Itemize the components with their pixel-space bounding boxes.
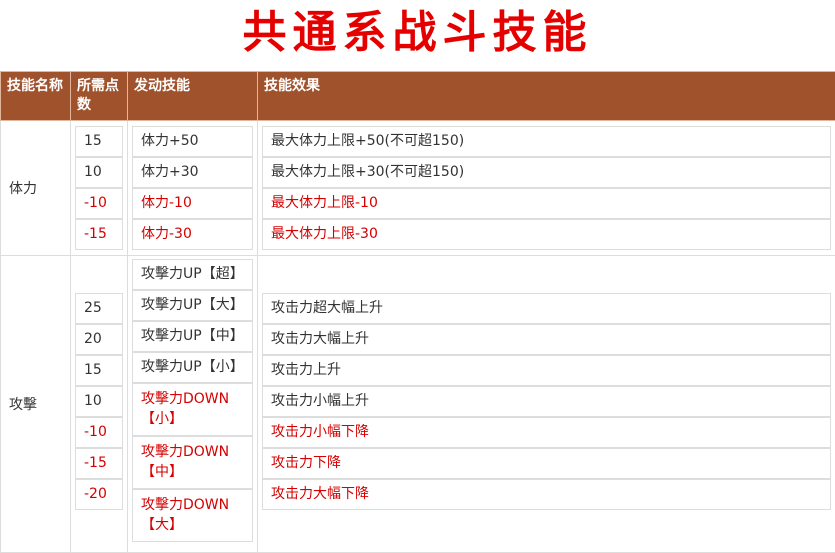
- list-item: 25: [75, 292, 123, 324]
- skills-list: 攻擊力UP【超】 攻擊力UP【大】 攻擊力UP【中】 攻擊力UP【小】 攻擊力D…: [132, 258, 253, 542]
- list-item: 15: [75, 125, 123, 157]
- skill-group-name: 体力: [0, 120, 71, 256]
- list-item: 攻擊力UP【小】: [132, 351, 253, 383]
- list-item: 体力+30: [132, 156, 253, 188]
- points-list: 25 20 15 10 -10 -15 -20: [75, 292, 123, 510]
- list-item: 攻击力小幅上升: [262, 385, 831, 417]
- points-cell: 25 20 15 10 -10 -15 -20: [70, 254, 128, 553]
- list-item: 10: [75, 156, 123, 188]
- list-item: 攻擊力DOWN【中】: [132, 435, 253, 489]
- list-item: 攻击力超大幅上升: [262, 292, 831, 324]
- effects-cell: 最大体力上限+50(不可超150) 最大体力上限+30(不可超150) 最大体力…: [257, 120, 835, 256]
- list-item: 10: [75, 385, 123, 417]
- effects-list: 攻击力超大幅上升 攻击力大幅上升 攻击力上升 攻击力小幅上升 攻击力小幅下降 攻…: [262, 292, 831, 510]
- list-item: -10: [75, 416, 123, 448]
- list-item: 攻击力大幅上升: [262, 323, 831, 355]
- page-title: 共通系战斗技能: [242, 7, 593, 58]
- list-item: 攻擊力UP【中】: [132, 320, 253, 352]
- list-item: -20: [75, 478, 123, 510]
- list-item: 攻擊力DOWN【小】: [132, 382, 253, 436]
- list-item: 20: [75, 323, 123, 355]
- table-row: 体力 15 10 -10 -15 体力+50 体力+30 体力-10 体力-30: [0, 120, 835, 256]
- list-item: 攻击力小幅下降: [262, 416, 831, 448]
- skills-table: 技能名称 所需点数 发动技能 技能效果 体力 15 10 -10 -15 体力+…: [0, 71, 835, 553]
- list-item: 攻擊力UP【超】: [132, 258, 253, 290]
- skills-cell: 攻擊力UP【超】 攻擊力UP【大】 攻擊力UP【中】 攻擊力UP【小】 攻擊力D…: [127, 254, 258, 553]
- list-item: 最大体力上限+50(不可超150): [262, 125, 831, 157]
- list-item: 攻擊力DOWN【大】: [132, 488, 253, 542]
- skills-cell: 体力+50 体力+30 体力-10 体力-30: [127, 120, 258, 256]
- list-item: 最大体力上限-10: [262, 187, 831, 219]
- list-item: 体力-30: [132, 218, 253, 250]
- skill-group-name: 攻擊: [0, 254, 71, 553]
- list-item: 体力+50: [132, 125, 253, 157]
- list-item: 攻擊力UP【大】: [132, 289, 253, 321]
- column-header-activated-skill: 发动技能: [127, 71, 258, 121]
- list-item: 体力-10: [132, 187, 253, 219]
- table-row: 攻擊 25 20 15 10 -10 -15 -20 攻擊力UP【超】 攻擊力U…: [0, 254, 835, 553]
- skills-list: 体力+50 体力+30 体力-10 体力-30: [132, 125, 253, 250]
- list-item: 攻击力大幅下降: [262, 478, 831, 510]
- list-item: 15: [75, 354, 123, 386]
- points-cell: 15 10 -10 -15: [70, 120, 128, 256]
- list-item: 攻击力上升: [262, 354, 831, 386]
- list-item: 攻击力下降: [262, 447, 831, 479]
- list-item: -10: [75, 187, 123, 219]
- column-header-effect: 技能效果: [257, 71, 835, 121]
- list-item: -15: [75, 447, 123, 479]
- points-list: 15 10 -10 -15: [75, 125, 123, 250]
- effects-cell: 攻击力超大幅上升 攻击力大幅上升 攻击力上升 攻击力小幅上升 攻击力小幅下降 攻…: [257, 254, 835, 553]
- table-header-row: 技能名称 所需点数 发动技能 技能效果: [0, 71, 835, 121]
- column-header-skill-name: 技能名称: [0, 71, 71, 121]
- list-item: 最大体力上限-30: [262, 218, 831, 250]
- list-item: -15: [75, 218, 123, 250]
- column-header-points: 所需点数: [70, 71, 128, 121]
- effects-list: 最大体力上限+50(不可超150) 最大体力上限+30(不可超150) 最大体力…: [262, 125, 831, 250]
- list-item: 最大体力上限+30(不可超150): [262, 156, 831, 188]
